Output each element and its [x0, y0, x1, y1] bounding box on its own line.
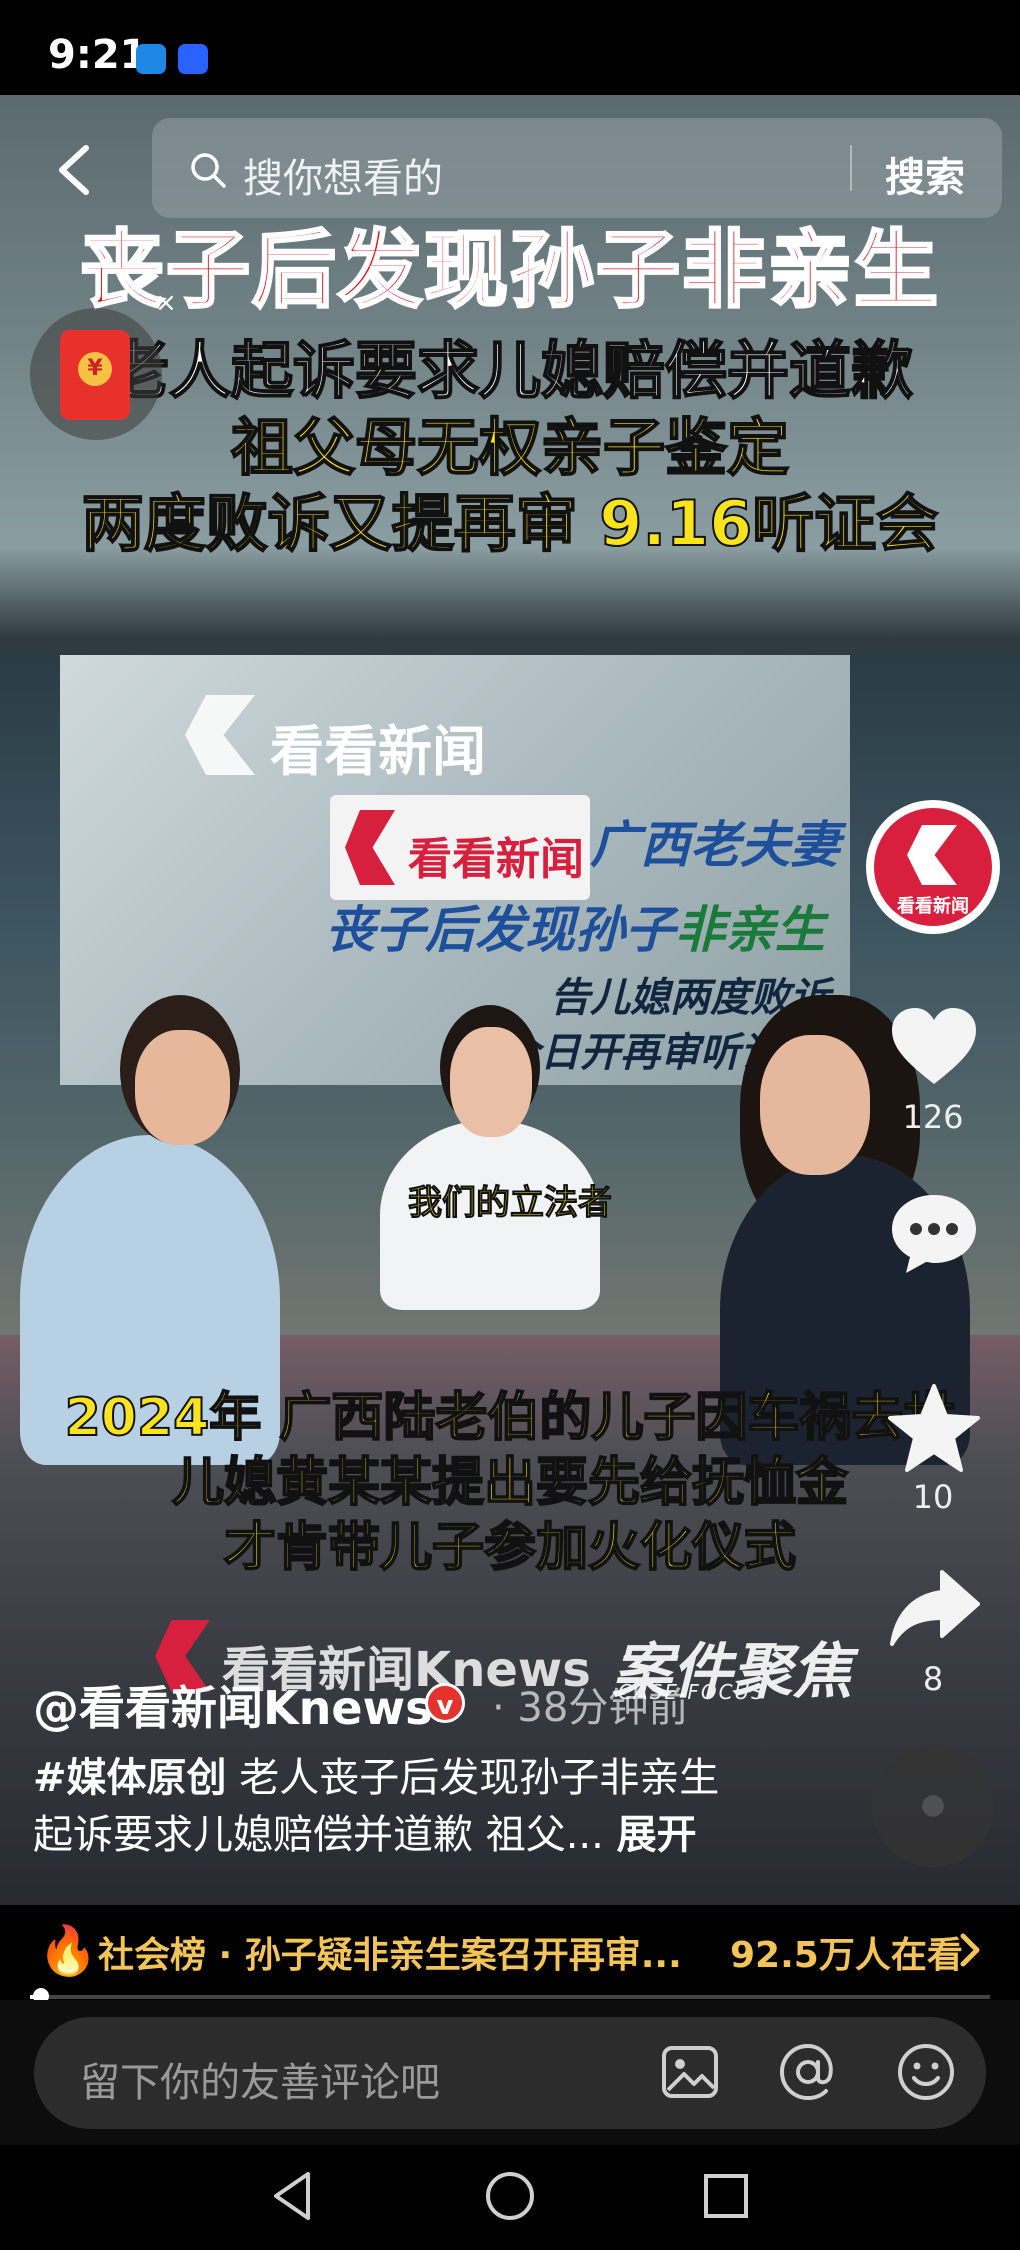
post-description-line-2: 起诉要求儿媳赔偿并道歉 祖父... 展开	[33, 1802, 697, 1860]
desk-nameplate-text: 看看新闻	[408, 834, 584, 885]
search-icon	[191, 153, 226, 188]
hashtag-link[interactable]: #媒体原创	[33, 1755, 227, 1801]
favorite-count: 10	[912, 1478, 954, 1516]
headline-title: 丧子后发现孙子非亲生	[78, 220, 940, 321]
host-face	[450, 1027, 532, 1137]
guest-left-face	[135, 1030, 230, 1145]
headline-line-4: 两度败诉又提再审 9.16听证会	[81, 486, 940, 561]
fire-icon: 🔥	[38, 1923, 98, 1979]
video-caption-3: 才肯带儿子参加火化仪式	[223, 1517, 797, 1579]
post-description-line-1: #媒体原创 老人丧子后发现孙子非亲生	[33, 1745, 719, 1803]
speech-subtitle: 我们的立法者	[408, 1183, 613, 1224]
description-text-1: 老人丧子后发现孙子非亲生	[226, 1755, 720, 1801]
share-arrow-icon[interactable]	[886, 1562, 982, 1658]
status-bar: 9:21	[0, 0, 1020, 95]
notification-app-icon	[178, 44, 208, 74]
weather-app-icon	[136, 44, 166, 74]
search-divider	[850, 145, 852, 191]
screen-text-2: 丧子后发现孙子非亲生	[325, 890, 825, 962]
at-icon[interactable]	[776, 2040, 840, 2104]
chevron-right-icon	[960, 1933, 980, 1967]
expand-button[interactable]: 展开	[617, 1812, 697, 1858]
comment-placeholder: 留下你的友善评论吧	[80, 2060, 440, 2106]
star-icon[interactable]	[886, 1380, 982, 1476]
verified-badge-icon: v	[425, 1683, 465, 1723]
video-progress-track[interactable]	[30, 1995, 990, 1999]
screen-text-2b: 非亲生	[675, 901, 825, 959]
home-circle-icon[interactable]	[482, 2168, 538, 2224]
description-text-2: 起诉要求儿媳赔偿并道歉 祖父...	[33, 1812, 604, 1858]
image-icon[interactable]	[658, 2040, 722, 2104]
knews-logo-icon	[185, 695, 255, 775]
studio-logo-text: 看看新闻	[270, 720, 486, 783]
studio-scene: 看看新闻 广西老夫妻 丧子后发现孙子非亲生 告儿媳两度败诉 今日开再审听证会	[0, 655, 1020, 1465]
post-time: · 38分钟前	[492, 1685, 689, 1731]
like-count: 126	[902, 1098, 964, 1136]
chevron-left-icon[interactable]	[48, 140, 108, 200]
music-disc-icon[interactable]	[872, 1745, 994, 1867]
status-time: 9:21	[48, 32, 148, 78]
search-placeholder: 搜你想看的	[243, 156, 443, 202]
coin-icon: ¥	[78, 352, 112, 386]
hot-ranking-text: 社会榜 · 孙子疑非亲生案召开再审...	[98, 1935, 682, 1976]
emoji-icon[interactable]	[894, 2040, 958, 2104]
screen-text-2a: 丧子后发现孙子	[325, 901, 675, 959]
recents-square-icon[interactable]	[698, 2168, 754, 2224]
screen-text-1: 广西老夫妻	[590, 816, 840, 874]
viewer-count: 92.5万人在看	[730, 1935, 963, 1976]
video-caption-1: 2024年 广西陆老伯的儿子因车祸去世	[64, 1387, 957, 1449]
comment-bubble-icon[interactable]	[886, 1185, 982, 1281]
search-button[interactable]: 搜索	[885, 145, 965, 203]
heart-icon[interactable]	[886, 1000, 982, 1096]
avatar-label: 看看新闻	[897, 896, 969, 917]
author-name[interactable]: @看看新闻Knews	[33, 1672, 432, 1738]
share-count: 8	[922, 1660, 944, 1698]
close-icon[interactable]: ×	[155, 288, 177, 318]
back-triangle-icon[interactable]	[266, 2168, 322, 2224]
guest-right-face	[760, 1035, 870, 1175]
